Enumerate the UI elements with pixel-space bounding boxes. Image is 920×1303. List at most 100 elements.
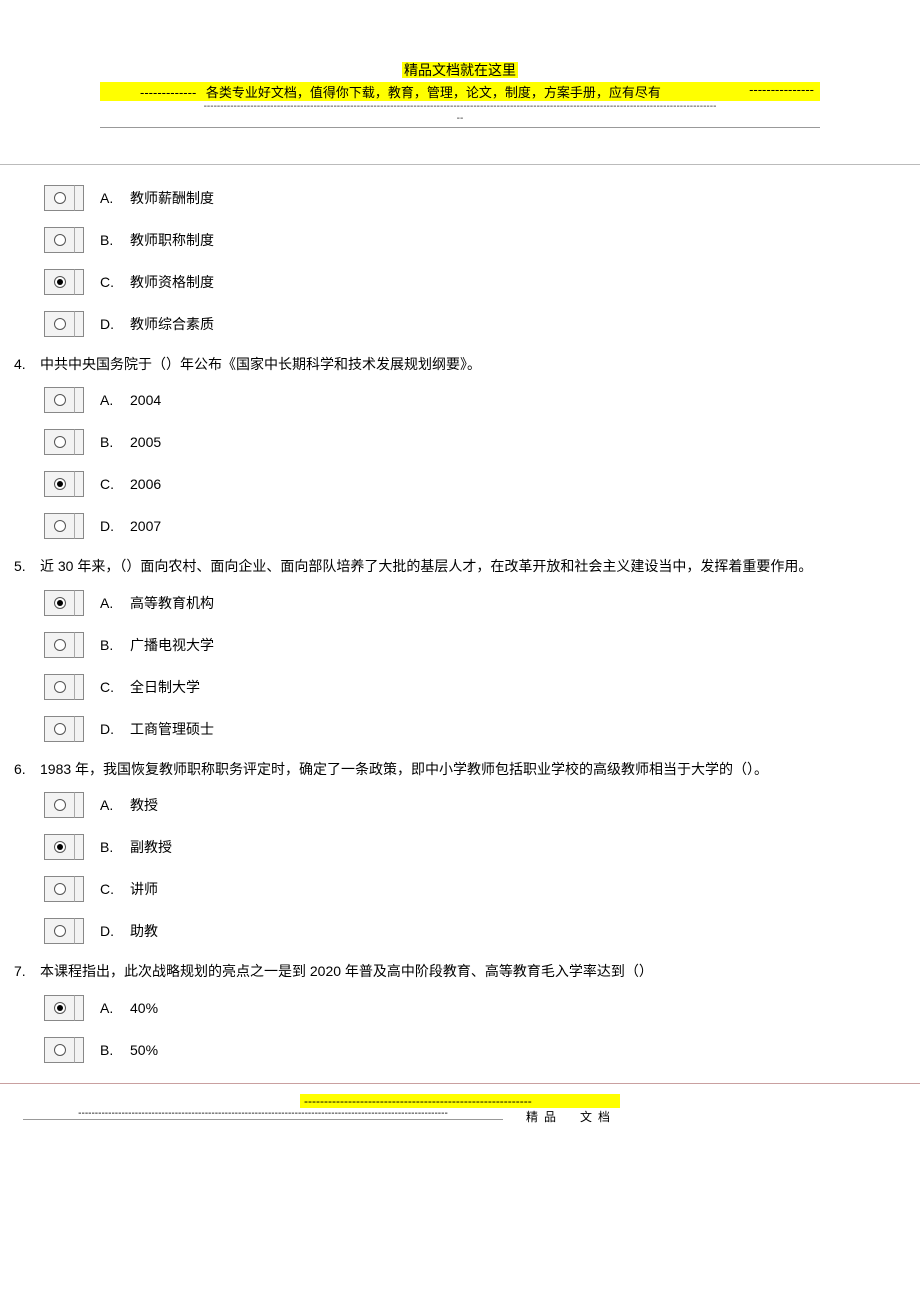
radio-selected-icon: [54, 276, 66, 288]
radio-button[interactable]: [44, 792, 74, 818]
option-row: A.40%: [44, 989, 906, 1027]
option-row: C.讲师: [44, 870, 906, 908]
radio-divider: [74, 632, 84, 658]
option-text: 2006: [130, 476, 161, 492]
option-letter: A.: [100, 190, 130, 206]
radio-divider: [74, 269, 84, 295]
question-body: 本课程指出，此次战略规划的亮点之一是到 2020 年普及高中阶段教育、高等教育毛…: [40, 963, 653, 979]
option-row: A.教授: [44, 786, 906, 824]
radio-button[interactable]: [44, 513, 74, 539]
radio-button[interactable]: [44, 995, 74, 1021]
radio-divider: [74, 227, 84, 253]
option-text: 讲师: [130, 879, 158, 899]
radio-divider: [74, 792, 84, 818]
option-text: 教师综合素质: [130, 314, 214, 334]
option-text: 2007: [130, 518, 161, 534]
radio-icon: [54, 234, 66, 246]
radio-button[interactable]: [44, 311, 74, 337]
option-row: C.全日制大学: [44, 668, 906, 706]
question-number: 7.: [14, 960, 40, 982]
option-letter: A.: [100, 595, 130, 611]
radio-button[interactable]: [44, 471, 74, 497]
radio-icon: [54, 681, 66, 693]
radio-selected-icon: [54, 841, 66, 853]
option-text: 教授: [130, 795, 158, 815]
question-text: 4.中共中央国务院于（）年公布《国家中长期科学和技术发展规划纲要》。: [14, 347, 906, 377]
option-letter: D.: [100, 721, 130, 737]
header-dashes-left: -------------: [140, 85, 196, 100]
option-letter: C.: [100, 881, 130, 897]
radio-button[interactable]: [44, 227, 74, 253]
option-letter: A.: [100, 797, 130, 813]
footer-label: 精品 文档: [526, 1108, 616, 1125]
radio-icon: [54, 799, 66, 811]
header-subtitle: ------------- 各类专业好文档，值得你下载，教育，管理，论文，制度，…: [100, 82, 820, 101]
header-subtitle-text: 各类专业好文档，值得你下载，教育，管理，论文，制度，方案手册，应有尽有: [206, 85, 661, 100]
radio-icon: [54, 1044, 66, 1056]
option-text: 40%: [130, 1000, 158, 1016]
footer-dashes: ----------------------------------------…: [304, 1094, 532, 1108]
option-letter: B.: [100, 839, 130, 855]
option-letter: C.: [100, 274, 130, 290]
option-text: 助教: [130, 921, 158, 941]
option-row: B.教师职称制度: [44, 221, 906, 259]
header-dotted-line: ----------------------------------------…: [100, 101, 820, 128]
option-row: D.教师综合素质: [44, 305, 906, 343]
option-text: 教师资格制度: [130, 272, 214, 292]
question: 6.1983 年，我国恢复教师职称职务评定时，确定了一条政策，即中小学教师包括职…: [14, 752, 906, 950]
option-row: C.教师资格制度: [44, 263, 906, 301]
radio-button[interactable]: [44, 876, 74, 902]
radio-button[interactable]: [44, 590, 74, 616]
option-row: B.广播电视大学: [44, 626, 906, 664]
radio-button[interactable]: [44, 387, 74, 413]
radio-divider: [74, 471, 84, 497]
question-number: 5.: [14, 555, 40, 577]
option-row: B.50%: [44, 1031, 906, 1069]
option-letter: D.: [100, 923, 130, 939]
option-row: D.2007: [44, 507, 906, 545]
radio-divider: [74, 311, 84, 337]
radio-icon: [54, 883, 66, 895]
option-letter: D.: [100, 518, 130, 534]
option-letter: D.: [100, 316, 130, 332]
option-text: 教师职称制度: [130, 230, 214, 250]
radio-button[interactable]: [44, 632, 74, 658]
option-letter: B.: [100, 637, 130, 653]
radio-divider: [74, 674, 84, 700]
option-letter: A.: [100, 1000, 130, 1016]
radio-button[interactable]: [44, 429, 74, 455]
question-text: 5.近 30 年来，（）面向农村、面向企业、面向部队培养了大批的基层人才，在改革…: [14, 549, 906, 579]
option-row: B.副教授: [44, 828, 906, 866]
radio-divider: [74, 185, 84, 211]
question-body: 中共中央国务院于（）年公布《国家中长期科学和技术发展规划纲要》。: [40, 356, 481, 372]
radio-divider: [74, 995, 84, 1021]
option-text: 2004: [130, 392, 161, 408]
question: A.教师薪酬制度B.教师职称制度C.教师资格制度D.教师综合素质: [14, 179, 906, 343]
option-row: A.高等教育机构: [44, 584, 906, 622]
radio-button[interactable]: [44, 674, 74, 700]
option-letter: B.: [100, 232, 130, 248]
option-letter: C.: [100, 679, 130, 695]
radio-button[interactable]: [44, 269, 74, 295]
option-letter: B.: [100, 1042, 130, 1058]
option-text: 副教授: [130, 837, 172, 857]
question-text: 7.本课程指出，此次战略规划的亮点之一是到 2020 年普及高中阶段教育、高等教…: [14, 954, 906, 984]
radio-divider: [74, 513, 84, 539]
radio-divider: [74, 918, 84, 944]
option-text: 2005: [130, 434, 161, 450]
question: 7.本课程指出，此次战略规划的亮点之一是到 2020 年普及高中阶段教育、高等教…: [14, 954, 906, 1068]
question-number: 6.: [14, 758, 40, 780]
radio-button[interactable]: [44, 918, 74, 944]
option-letter: A.: [100, 392, 130, 408]
option-row: A.2004: [44, 381, 906, 419]
radio-selected-icon: [54, 1002, 66, 1014]
radio-button[interactable]: [44, 834, 74, 860]
radio-button[interactable]: [44, 1037, 74, 1063]
radio-icon: [54, 436, 66, 448]
radio-divider: [74, 834, 84, 860]
radio-button[interactable]: [44, 185, 74, 211]
question: 5.近 30 年来，（）面向农村、面向企业、面向部队培养了大批的基层人才，在改革…: [14, 549, 906, 747]
question-body: 1983 年，我国恢复教师职称职务评定时，确定了一条政策，即中小学教师包括职业学…: [40, 761, 768, 777]
radio-button[interactable]: [44, 716, 74, 742]
radio-selected-icon: [54, 478, 66, 490]
